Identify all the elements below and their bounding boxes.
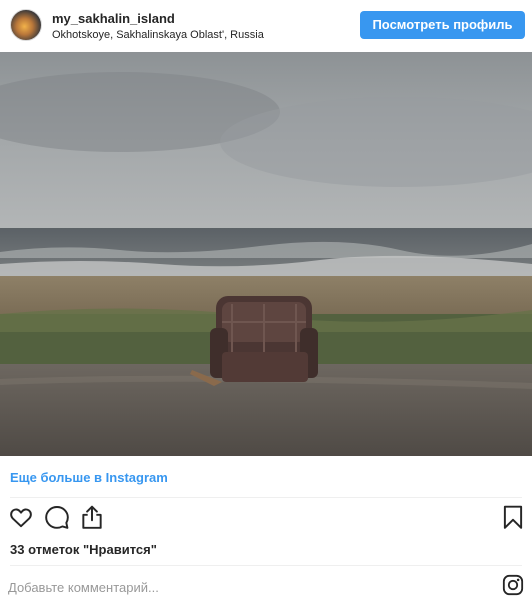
comment-icon[interactable] xyxy=(44,504,74,536)
instagram-icon[interactable] xyxy=(502,574,524,596)
divider xyxy=(10,497,522,498)
post-header: my_sakhalin_island Okhotskoye, Sakhalins… xyxy=(0,0,532,52)
comment-input[interactable] xyxy=(8,577,478,597)
more-on-instagram-link[interactable]: Еще больше в Instagram xyxy=(10,470,168,485)
username[interactable]: my_sakhalin_island xyxy=(52,11,175,26)
action-bar xyxy=(0,504,532,540)
post-photo[interactable] xyxy=(0,52,532,456)
heart-icon[interactable] xyxy=(8,504,38,536)
bookmark-icon[interactable] xyxy=(500,504,530,536)
view-profile-button[interactable]: Посмотреть профиль xyxy=(360,11,525,39)
avatar[interactable] xyxy=(10,9,42,41)
divider xyxy=(10,565,522,566)
location[interactable]: Okhotskoye, Sakhalinskaya Oblast', Russi… xyxy=(52,29,264,41)
likes-count[interactable]: 33 отметок "Нравится" xyxy=(10,542,157,557)
share-icon[interactable] xyxy=(79,504,109,536)
